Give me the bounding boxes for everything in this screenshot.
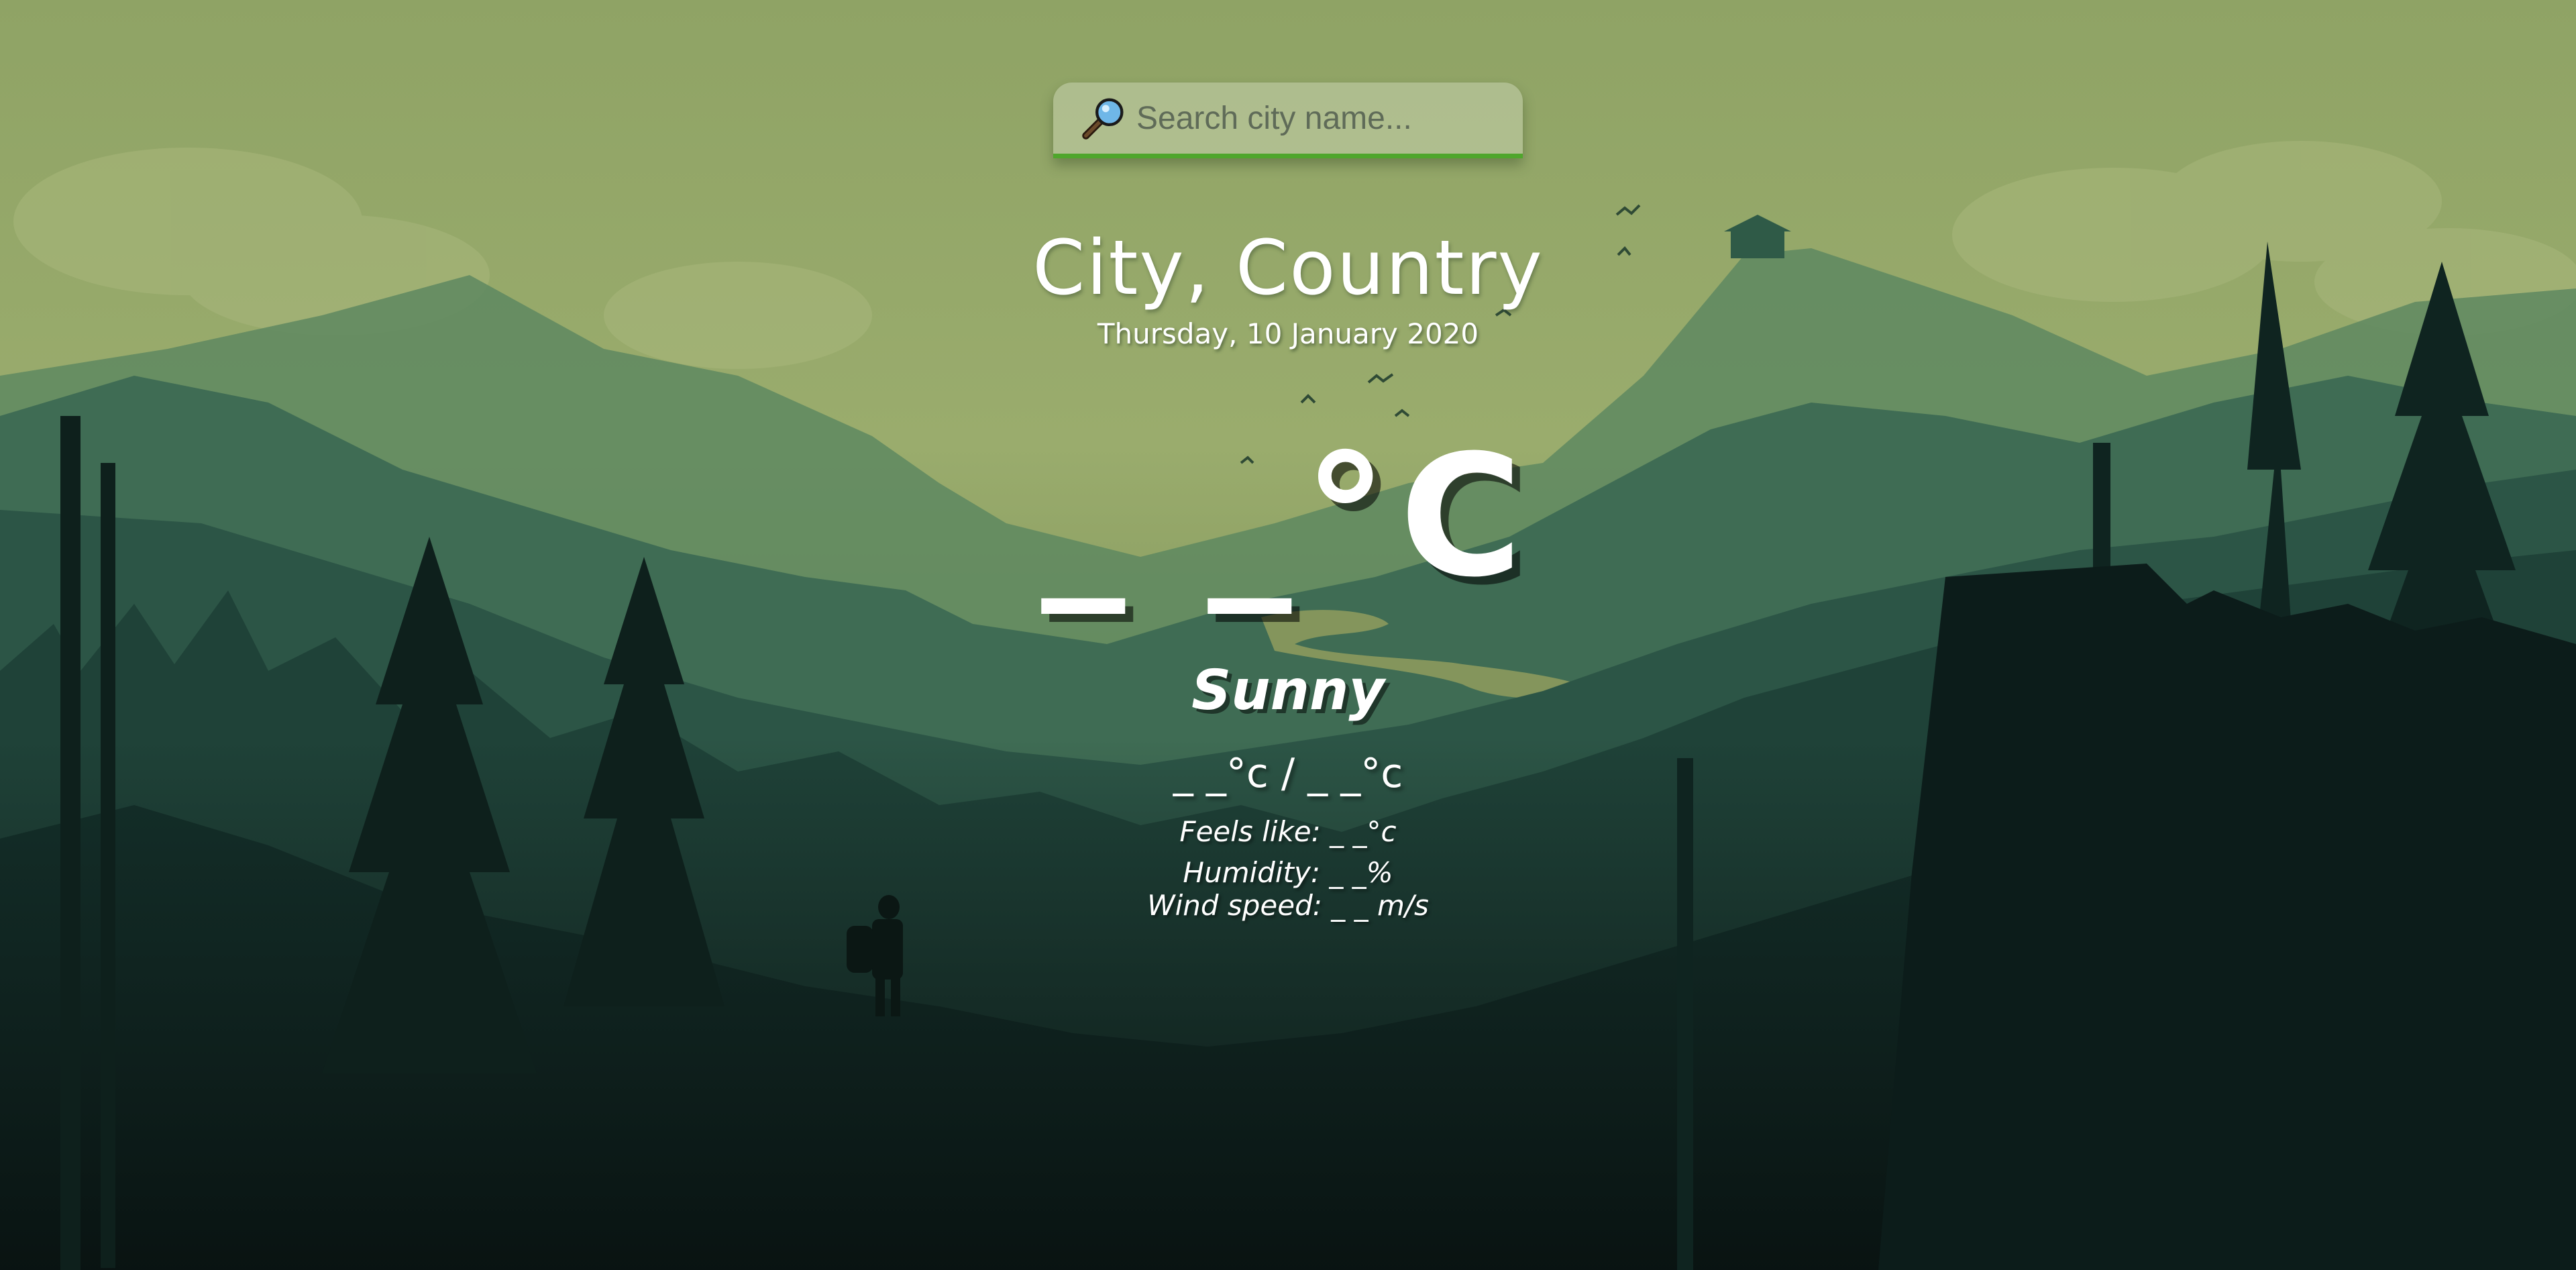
search-icon [1082, 98, 1124, 140]
high-low-temperature: _ _°c / _ _°c [1173, 750, 1403, 797]
feels-like: Feels like: _ _°c [1179, 815, 1397, 848]
current-temperature: _ _°C [1041, 419, 1535, 614]
location-title: City, Country [1032, 225, 1544, 312]
search-box[interactable] [1053, 83, 1523, 158]
search-input[interactable] [1136, 91, 1512, 145]
weather-condition: Sunny [1191, 659, 1385, 723]
weather-app: City, Country Thursday, 10 January 2020 … [0, 0, 2576, 1270]
temperature-display: _ _°C [0, 429, 2576, 604]
current-date: Thursday, 10 January 2020 [1097, 317, 1479, 350]
humidity: Humidity: _ _% [1183, 856, 1393, 889]
wind-speed: Wind speed: _ _ m/s [1147, 889, 1429, 922]
